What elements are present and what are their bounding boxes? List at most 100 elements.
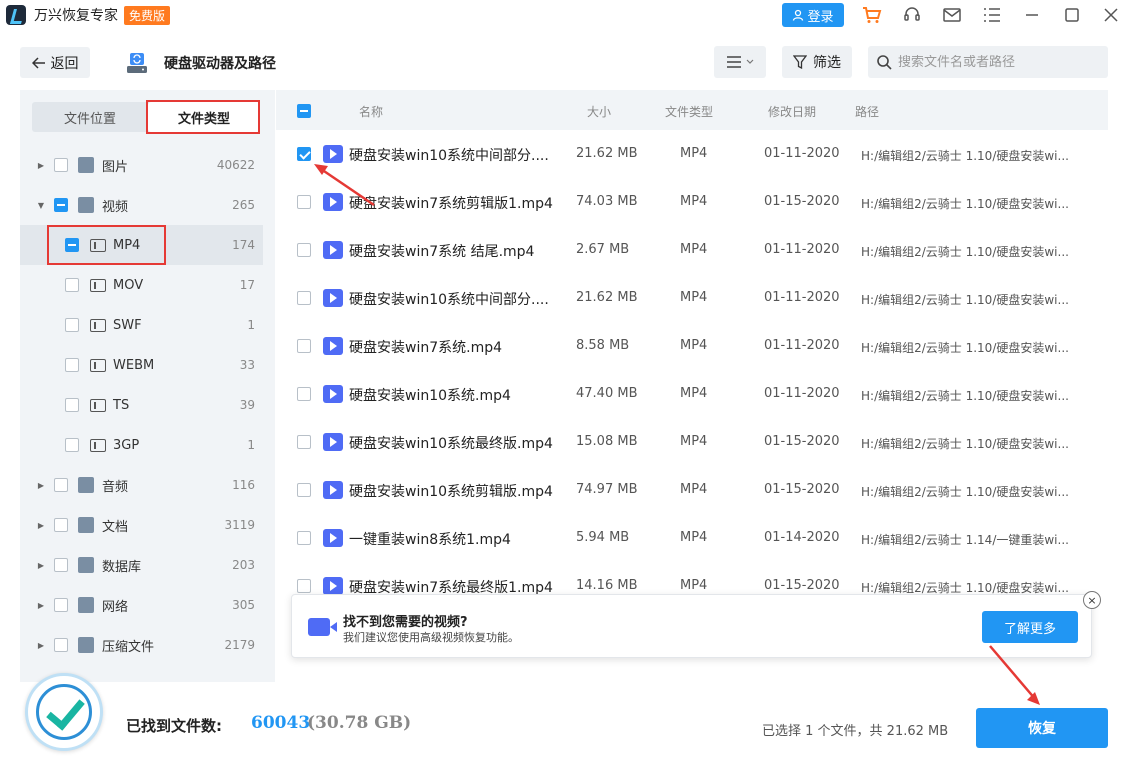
filter-button[interactable]: 筛选 [782,46,852,78]
hard-drive-icon [126,52,148,74]
column-path-header[interactable]: 路径 [855,103,879,120]
sidebar-item-ts[interactable]: TS 39 [20,385,263,425]
table-row[interactable]: 硬盘安装win7系统.mp4 8.58 MB MP4 01-11-2020 H:/编辑组… [276,322,1108,370]
select-all-checkbox[interactable] [297,104,311,118]
archives-checkbox[interactable] [54,638,68,652]
web-checkbox[interactable] [54,598,68,612]
3gp-checkbox[interactable] [65,438,79,452]
menu-list-icon[interactable] [982,5,1002,25]
file-path: H:/编辑组2/云骑士 1.10/硬盘安装wi... [861,293,1069,307]
expand-caret-icon[interactable]: ▶ [36,641,46,650]
mov-checkbox[interactable] [65,278,79,292]
row-checkbox[interactable] [297,579,311,593]
expand-caret-icon[interactable]: ▶ [36,521,46,530]
sidebar-item-3gp[interactable]: 3GP 1 [20,425,263,465]
sidebar-item-videos[interactable]: ▼ 视频 265 [20,185,263,225]
ts-checkbox[interactable] [65,398,79,412]
documents-checkbox[interactable] [54,518,68,532]
login-button[interactable]: 登录 [782,3,844,27]
webm-checkbox[interactable] [65,358,79,372]
file-type: MP4 [680,194,708,209]
sidebar-item-web[interactable]: ▶ 网络 305 [20,585,263,625]
recover-button[interactable]: 恢复 [976,708,1108,748]
table-row[interactable]: 硬盘安装win10系统.mp4 47.40 MB MP4 01-11-2020 H:/编… [276,370,1108,418]
file-type: MP4 [680,290,708,305]
back-button[interactable]: 返回 [20,47,90,78]
file-type-icon [90,358,106,372]
sidebar-item-database[interactable]: ▶ 数据库 203 [20,545,263,585]
table-row[interactable]: 硬盘安装win7系统剪辑版1.mp4 74.03 MB MP4 01-15-2020 H… [276,178,1108,226]
row-checkbox[interactable] [297,147,311,161]
row-checkbox[interactable] [297,195,311,209]
file-size: 21.62 MB [576,290,638,305]
row-checkbox[interactable] [297,387,311,401]
mail-icon[interactable] [942,5,962,25]
close-window-icon[interactable] [1101,5,1121,25]
sidebar-item-images[interactable]: ▶ 图片 40622 [20,145,263,185]
row-checkbox[interactable] [297,291,311,305]
column-name-header[interactable]: 名称 [359,103,383,120]
database-checkbox[interactable] [54,558,68,572]
video-file-icon [323,145,343,163]
sidebar-item-swf[interactable]: SWF 1 [20,305,263,345]
column-date-header[interactable]: 修改日期 [768,103,816,120]
learn-more-button[interactable]: 了解更多 [982,611,1078,643]
table-row[interactable]: 一键重装win8系统1.mp4 5.94 MB MP4 01-14-2020 H:/编辑… [276,514,1108,562]
maximize-icon[interactable] [1062,5,1082,25]
audio-checkbox[interactable] [54,478,68,492]
expand-caret-icon[interactable]: ▶ [36,561,46,570]
search-icon [877,55,892,70]
file-size: 74.97 MB [576,482,638,497]
file-type: MP4 [680,242,708,257]
swf-checkbox[interactable] [65,318,79,332]
selection-summary: 已选择 1 个文件，共 21.62 MB [762,724,949,739]
login-label: 登录 [807,9,834,25]
archive-category-icon [78,637,94,653]
search-input[interactable] [898,54,1098,70]
cart-icon[interactable] [862,5,882,25]
sidebar-item-archives[interactable]: ▶ 压缩文件 2179 [20,625,263,665]
expand-caret-icon[interactable]: ▶ [36,161,46,170]
banner-close-icon[interactable]: × [1083,591,1101,609]
file-name: 硬盘安装win10系统.mp4 [349,388,511,404]
file-type: MP4 [680,578,708,593]
video-camera-icon [308,618,337,636]
minimize-icon[interactable] [1022,5,1042,25]
collapse-caret-icon[interactable]: ▼ [36,201,46,210]
table-row[interactable]: 硬盘安装win7系统 结尾.mp4 2.67 MB MP4 01-11-2020 H:/… [276,226,1108,274]
column-type-header[interactable]: 文件类型 [665,103,713,120]
sidebar-item-documents[interactable]: ▶ 文档 3119 [20,505,263,545]
sidebar: 文件位置 文件类型 ▶ 图片 40622 ▼ 视频 265 MP4 174 MO… [20,90,275,682]
item-count: 203 [232,558,255,572]
expand-caret-icon[interactable]: ▶ [36,601,46,610]
row-checkbox[interactable] [297,243,311,257]
row-checkbox[interactable] [297,339,311,353]
table-row[interactable]: 硬盘安装win10系统剪辑版.mp4 74.97 MB MP4 01-15-2020 H… [276,466,1108,514]
row-checkbox[interactable] [297,483,311,497]
table-row[interactable]: 硬盘安装win10系统最终版.mp4 15.08 MB MP4 01-15-2020 H… [276,418,1108,466]
tab-file-location[interactable]: 文件位置 [32,102,148,132]
sidebar-item-mov[interactable]: MOV 17 [20,265,263,305]
file-path: H:/编辑组2/云骑士 1.10/硬盘安装wi... [861,389,1069,403]
row-checkbox[interactable] [297,435,311,449]
table-row[interactable]: 硬盘安装win10系统中间部分.... 21.62 MB MP4 01-11-2020… [276,274,1108,322]
sidebar-item-audio[interactable]: ▶ 音频 116 [20,465,263,505]
sidebar-item-label: 数据库 [102,559,142,575]
column-size-header[interactable]: 大小 [587,103,611,120]
sidebar-item-label: 压缩文件 [102,639,155,655]
search-box[interactable] [868,46,1108,78]
banner-title: 找不到您需要的视频? [343,615,468,630]
table-row[interactable]: 硬盘安装win10系统中间部分.... 21.62 MB MP4 01-11-2020… [276,130,1108,178]
expand-caret-icon[interactable]: ▶ [36,481,46,490]
sidebar-item-webm[interactable]: WEBM 33 [20,345,263,385]
sidebar-item-label: MOV [113,277,144,293]
video-file-icon [323,577,343,595]
sidebar-item-label: 3GP [113,437,140,453]
view-mode-dropdown[interactable] [714,46,766,78]
row-checkbox[interactable] [297,531,311,545]
videos-checkbox[interactable] [54,198,68,212]
images-checkbox[interactable] [54,158,68,172]
headset-icon[interactable] [902,5,922,25]
item-count: 1 [247,438,255,452]
file-path: H:/编辑组2/云骑士 1.10/硬盘安装wi... [861,149,1069,163]
